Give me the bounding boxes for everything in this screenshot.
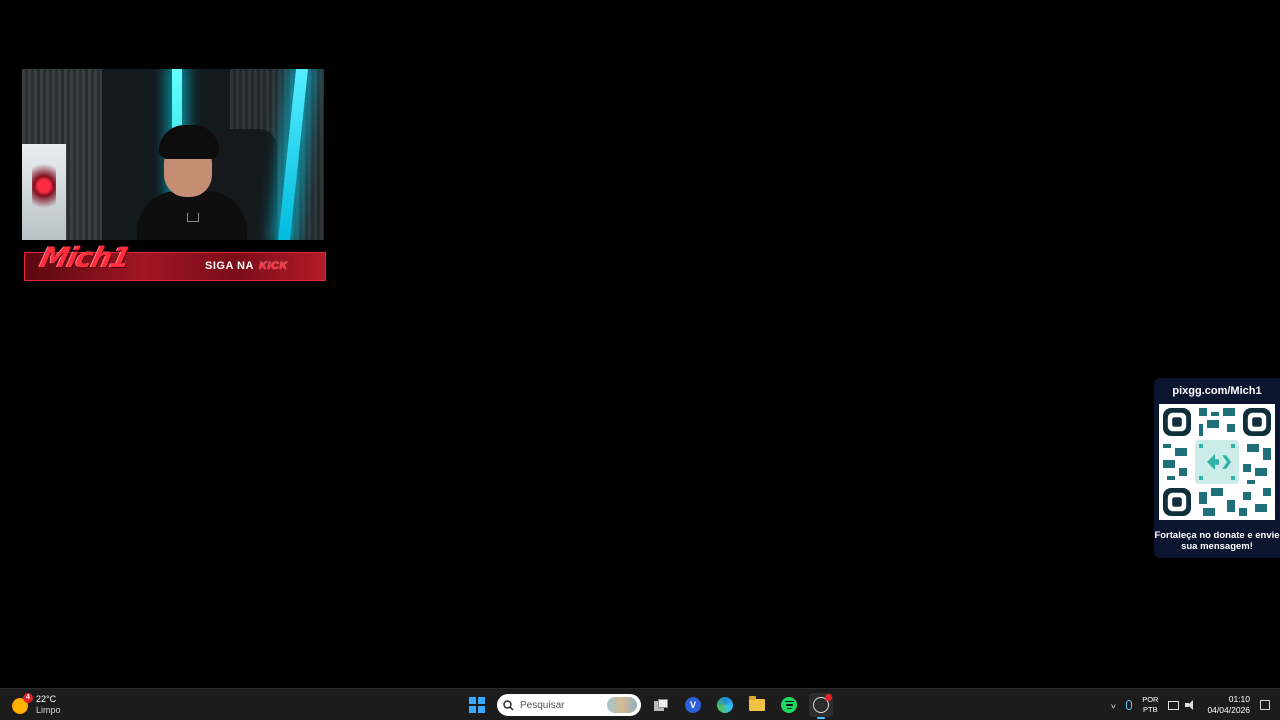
taskbar-apps: Pesquisar V — [465, 691, 833, 719]
weather-widget[interactable]: 4 22°C Limpo — [10, 692, 61, 718]
brand-logo: Mich1 — [36, 241, 134, 274]
follow-platform: KICK — [258, 260, 288, 272]
notification-icon[interactable] — [1260, 700, 1270, 710]
edge-button[interactable] — [713, 693, 737, 717]
follow-prefix: SIGA NA — [205, 260, 254, 272]
search-placeholder: Pesquisar — [520, 699, 565, 711]
vpn-app-button[interactable]: V — [681, 693, 705, 717]
search-highlight-image — [607, 697, 637, 713]
donation-message: Fortaleça no donate e envie sua mensagem… — [1154, 530, 1280, 552]
microphone-icon[interactable] — [1126, 700, 1133, 710]
streamer — [137, 125, 247, 240]
spotify-button[interactable] — [777, 693, 801, 717]
obs-icon — [813, 694, 832, 713]
language-line1: POR — [1142, 695, 1159, 704]
weather-temp: 22°C — [36, 694, 57, 704]
vpn-icon: V — [685, 697, 701, 713]
weather-sun-icon: 4 — [10, 693, 33, 715]
file-explorer-button[interactable] — [745, 693, 769, 717]
task-view-icon — [654, 699, 668, 711]
pc-case — [22, 144, 66, 240]
donation-url: pixgg.com/Mich1 — [1172, 385, 1262, 397]
obs-button[interactable] — [809, 693, 833, 719]
language-indicator[interactable]: POR PTB — [1142, 695, 1158, 715]
system-tray: ^ POR PTB 01:10 04/04/2026 — [1111, 691, 1270, 719]
qr-code — [1159, 404, 1275, 520]
webcam-feed — [22, 69, 324, 240]
taskbar: 4 22°C Limpo Pesquisar V ^ POR PTB 01:10… — [0, 688, 1280, 720]
clock[interactable]: 01:10 04/04/2026 — [1207, 694, 1250, 716]
task-view-button[interactable] — [649, 693, 673, 717]
windows-icon — [469, 697, 485, 713]
clock-date: 04/04/2026 — [1207, 705, 1250, 715]
language-line2: PTB — [1143, 705, 1158, 714]
search-icon — [503, 699, 514, 710]
volume-icon — [1185, 700, 1197, 710]
clock-time: 01:10 — [1228, 694, 1250, 704]
start-button[interactable] — [465, 693, 489, 717]
spotify-icon — [781, 697, 797, 713]
chevron-up-icon[interactable]: ^ — [1111, 698, 1116, 709]
follow-text: SIGA NA KICK — [205, 260, 288, 272]
follow-banner: Mich1 SIGA NA KICK — [24, 241, 326, 281]
donation-card: pixgg.com/Mich1 Fortaleça no donate e en… — [1154, 378, 1280, 558]
weather-badge: 4 — [23, 693, 33, 703]
weather-condition: Limpo — [36, 705, 61, 715]
recording-dot-icon — [825, 694, 832, 701]
search-box[interactable]: Pesquisar — [497, 694, 641, 716]
edge-icon — [717, 697, 733, 713]
quick-settings[interactable] — [1168, 700, 1197, 710]
folder-icon — [749, 696, 765, 711]
network-icon — [1168, 700, 1180, 710]
